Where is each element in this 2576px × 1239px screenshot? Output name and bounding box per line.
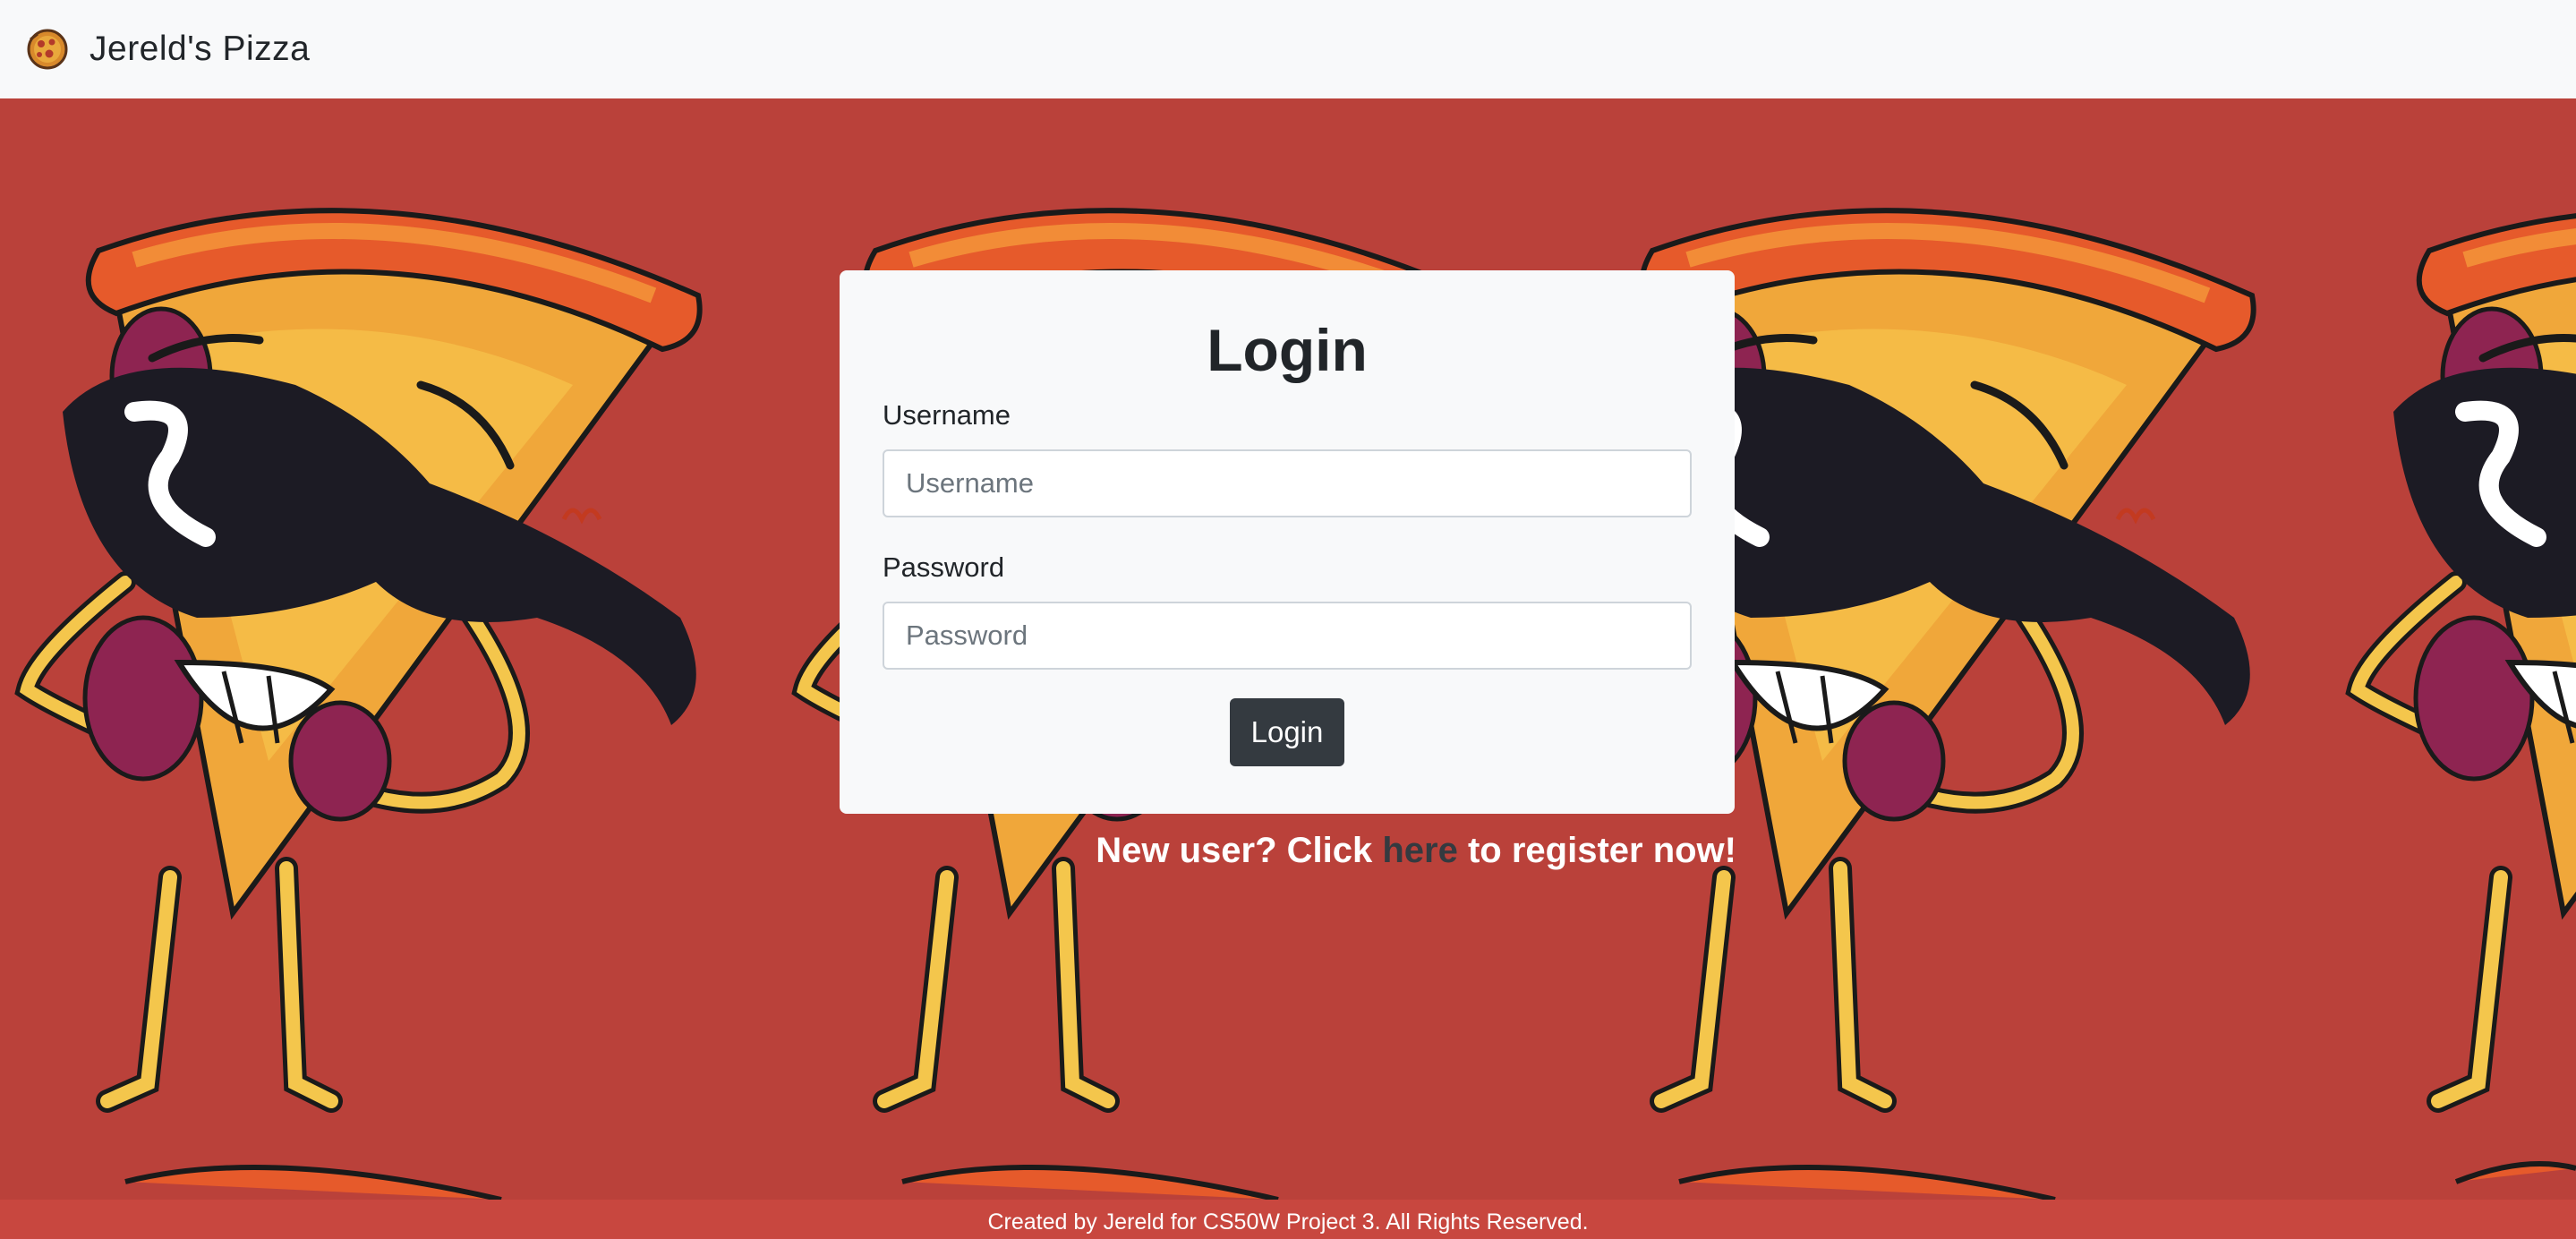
password-input[interactable] [883,602,1692,670]
pizza-icon [25,27,70,72]
register-prefix: New user? Click [1096,831,1383,870]
login-button-wrapper: Login [883,698,1692,766]
login-title: Login [1207,317,1368,383]
brand-name: Jereld's Pizza [90,30,311,68]
register-suffix: to register now! [1457,831,1736,870]
register-prompt: New user? Click here to register now! [895,825,1736,876]
navbar: Jereld's Pizza [0,0,2576,98]
register-link[interactable]: here [1382,831,1458,870]
login-button[interactable]: Login [1230,698,1344,766]
username-input[interactable] [883,449,1692,517]
footer: Created by Jereld for CS50W Project 3. A… [0,1200,2576,1239]
login-card: Login Username Password Login [840,270,1735,814]
brand-link[interactable]: Jereld's Pizza [25,27,310,72]
footer-text: Created by Jereld for CS50W Project 3. A… [987,1209,1589,1235]
username-label: Username [883,399,1011,431]
password-label: Password [883,551,1005,583]
